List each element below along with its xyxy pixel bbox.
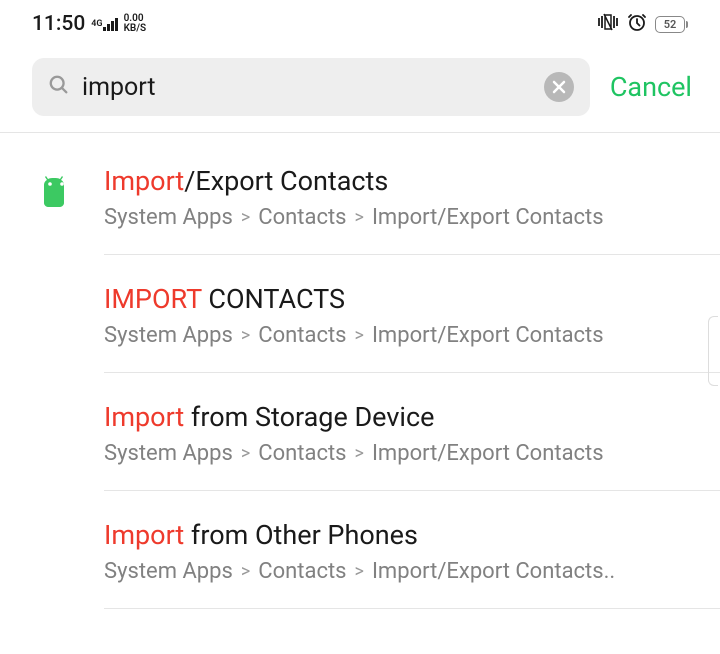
search-highlight: Import [104, 401, 184, 433]
breadcrumb-segment: System Apps [104, 323, 233, 348]
search-result-item[interactable]: Import/Export Contacts System Apps > Contac… [104, 133, 720, 255]
breadcrumb-segment: Import/Export Contacts [372, 323, 604, 348]
chevron-right-icon: > [241, 561, 250, 582]
clear-search-button[interactable] [544, 72, 574, 102]
battery-level: 52 [664, 18, 677, 31]
time-label: 11:50 [32, 12, 85, 36]
result-title: Import from Storage Device [104, 401, 696, 433]
chevron-right-icon: > [241, 207, 250, 228]
result-title: Import/Export Contacts [104, 165, 696, 197]
status-right: 52 [597, 12, 688, 36]
vibrate-icon [597, 13, 619, 35]
android-app-icon [36, 171, 76, 211]
search-result-item[interactable]: Import from Storage Device System Apps > Co… [104, 373, 720, 491]
signal-bars-icon [103, 17, 118, 31]
search-results: Import/Export Contacts System Apps > Contac… [0, 133, 720, 609]
breadcrumb-segment: Import/Export Contacts [372, 205, 604, 230]
breadcrumb-segment: Contacts [258, 441, 346, 466]
status-left: 11:50 4G 0.00 KB/S [32, 12, 146, 36]
search-header: import Cancel [0, 48, 720, 132]
chevron-right-icon: > [241, 325, 250, 346]
search-query: import [82, 73, 532, 102]
result-breadcrumb: System Apps > Contacts > Import/Export Conta… [104, 323, 696, 348]
data-rate: 0.00 KB/S [124, 14, 147, 34]
signal-indicator: 4G [91, 17, 117, 31]
scrollbar-thumb[interactable] [708, 316, 718, 386]
breadcrumb-segment: Contacts [258, 559, 346, 584]
chevron-right-icon: > [355, 443, 364, 464]
cancel-button[interactable]: Cancel [610, 71, 692, 103]
breadcrumb-segment: Import/Export Contacts.. [372, 559, 615, 584]
status-bar: 11:50 4G 0.00 KB/S 52 [0, 0, 720, 48]
search-highlight: Import [104, 165, 184, 197]
chevron-right-icon: > [355, 325, 364, 346]
result-breadcrumb: System Apps > Contacts > Import/Export Conta… [104, 559, 696, 584]
battery-indicator: 52 [655, 16, 688, 33]
alarm-icon [627, 12, 647, 36]
breadcrumb-segment: System Apps [104, 205, 233, 230]
breadcrumb-segment: Contacts [258, 205, 346, 230]
result-breadcrumb: System Apps > Contacts > Import/Export Conta… [104, 205, 696, 230]
chevron-right-icon: > [355, 561, 364, 582]
search-icon [48, 74, 70, 100]
result-breadcrumb: System Apps > Contacts > Import/Export Conta… [104, 441, 696, 466]
search-input[interactable]: import [32, 58, 590, 116]
breadcrumb-segment: System Apps [104, 559, 233, 584]
breadcrumb-segment: Contacts [258, 323, 346, 348]
breadcrumb-segment: System Apps [104, 441, 233, 466]
search-result-item[interactable]: Import from Other Phones System Apps > Cont… [104, 491, 720, 609]
close-icon [552, 80, 566, 94]
result-title: IMPORT CONTACTS [104, 283, 696, 315]
search-highlight: Import [104, 519, 184, 551]
network-type: 4G [91, 19, 102, 29]
chevron-right-icon: > [355, 207, 364, 228]
chevron-right-icon: > [241, 443, 250, 464]
result-title: Import from Other Phones [104, 519, 696, 551]
search-result-item[interactable]: IMPORT CONTACTS System Apps > Contacts > Impo… [104, 255, 720, 373]
search-highlight: IMPORT [104, 283, 202, 315]
breadcrumb-segment: Import/Export Contacts [372, 441, 604, 466]
